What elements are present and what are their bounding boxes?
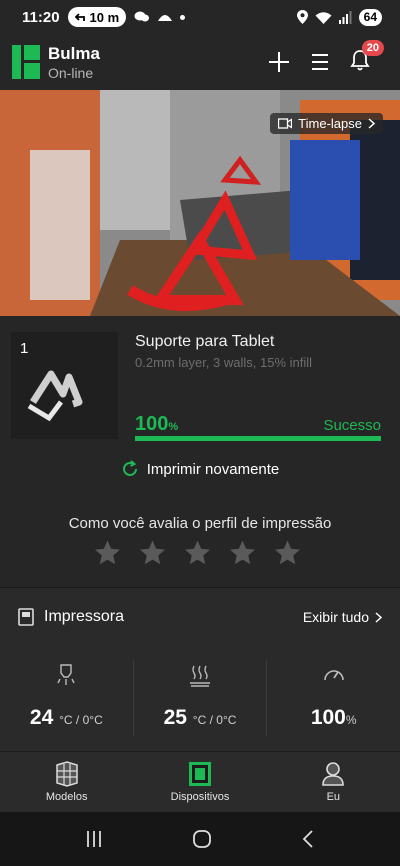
job-status: Sucesso xyxy=(323,417,381,434)
bottom-navigation: Modelos Dispositivos Eu xyxy=(0,751,400,812)
bambu-logo-icon xyxy=(12,45,40,79)
printer-panel: Impressora Exibir tudo 24 °C / 0°C 25 °C… xyxy=(0,587,400,751)
progress-percent: 100% xyxy=(135,413,179,435)
status-time: 11:20 xyxy=(22,8,60,26)
printer-name[interactable]: Bulma xyxy=(48,44,100,64)
rating-question: Como você avalia o perfil de impressão xyxy=(68,515,332,532)
notification-badge: 20 xyxy=(361,39,384,56)
menu-icon[interactable] xyxy=(310,53,330,71)
timelapse-label: Time-lapse xyxy=(298,116,362,131)
nav-me[interactable]: Eu xyxy=(267,752,400,812)
printer-section-title: Impressora xyxy=(44,608,125,625)
location-icon xyxy=(296,10,308,24)
stat-value: 24 °C / 0°C xyxy=(29,706,103,729)
model-preview-image xyxy=(27,370,83,422)
nozzle-icon xyxy=(57,664,75,685)
nav-label: Modelos xyxy=(45,791,88,803)
reprint-button[interactable]: Imprimir novamente xyxy=(0,460,400,478)
nav-label: Dispositivos xyxy=(170,791,230,803)
models-icon xyxy=(55,761,78,787)
video-camera-icon xyxy=(278,118,293,129)
see-all-button[interactable]: Exibir tudo xyxy=(303,609,382,625)
rating-star-icon[interactable] xyxy=(92,538,123,568)
connection-status: On-line xyxy=(48,64,94,81)
chevron-right-icon xyxy=(368,118,375,129)
back-icon[interactable] xyxy=(301,829,315,849)
wifi-icon xyxy=(315,11,332,24)
stat-value: 100% xyxy=(310,706,357,729)
app-header: Bulma On-line 20 xyxy=(0,34,400,90)
see-all-label: Exibir tudo xyxy=(302,609,369,625)
print-speed[interactable]: 100% xyxy=(266,660,400,736)
home-icon[interactable] xyxy=(192,829,212,849)
app-notification-icon xyxy=(158,15,173,21)
system-navigation xyxy=(0,812,400,866)
job-name: Suporte para Tablet xyxy=(135,333,275,350)
signal-icon xyxy=(338,10,352,24)
rating-star-icon[interactable] xyxy=(182,538,213,568)
recent-apps-icon[interactable] xyxy=(85,830,103,848)
call-return-icon xyxy=(74,13,85,21)
status-bar: 11:20 10 m 64 xyxy=(0,0,400,34)
progress-bar xyxy=(135,436,381,441)
more-notifications-dot xyxy=(180,14,186,20)
print-job-card: 1 Suporte para Tablet 0.2mm layer, 3 wal… xyxy=(0,316,400,587)
model-thumbnail[interactable]: 1 xyxy=(11,332,118,439)
progress-bar-fill xyxy=(135,436,381,441)
rating-stars xyxy=(92,538,303,568)
job-params: 0.2mm layer, 3 walls, 15% infill xyxy=(135,355,313,370)
chevron-right-icon xyxy=(375,611,382,623)
nav-devices[interactable]: Dispositivos xyxy=(133,752,266,812)
bed-temperature[interactable]: 25 °C / 0°C xyxy=(132,660,267,736)
rating-star-icon[interactable] xyxy=(227,538,258,568)
camera-feed[interactable]: Time-lapse xyxy=(0,90,400,316)
nozzle-temperature[interactable]: 24 °C / 0°C xyxy=(0,660,133,736)
heatbed-icon xyxy=(190,665,210,687)
rating-star-icon[interactable] xyxy=(272,538,303,568)
printer-icon xyxy=(18,608,34,626)
notifications-button[interactable]: 20 xyxy=(350,39,384,76)
reprint-label: Imprimir novamente xyxy=(146,460,280,478)
refresh-icon xyxy=(122,460,137,476)
call-duration: 10 m xyxy=(89,9,120,25)
profile-icon xyxy=(322,762,345,786)
nav-models[interactable]: Modelos xyxy=(0,752,133,812)
chat-bubbles-icon xyxy=(134,11,150,22)
stat-value: 25 °C / 0°C xyxy=(163,706,237,729)
add-icon[interactable] xyxy=(268,51,290,73)
call-pill[interactable]: 10 m xyxy=(67,7,127,27)
timelapse-button[interactable]: Time-lapse xyxy=(270,113,383,134)
devices-icon xyxy=(188,762,211,786)
battery-indicator: 64 xyxy=(358,8,382,26)
nav-label: Eu xyxy=(326,791,341,803)
rating-star-icon[interactable] xyxy=(137,538,168,568)
speed-gauge-icon xyxy=(323,670,344,681)
